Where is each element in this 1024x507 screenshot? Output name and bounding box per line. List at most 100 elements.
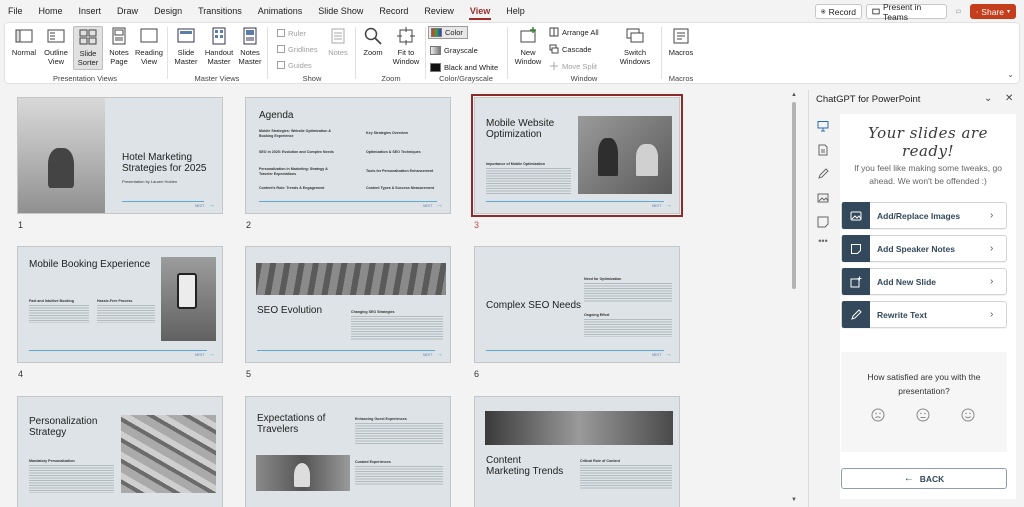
share-button[interactable]: Share ▾ (970, 4, 1016, 19)
color-button[interactable]: Color (428, 26, 468, 39)
chevron-down-icon[interactable]: ⌄ (984, 93, 992, 104)
zoom-button[interactable]: Zoom (359, 26, 387, 57)
sad-face-icon[interactable] (871, 408, 885, 422)
tab-draw[interactable]: Draw (109, 0, 146, 22)
action-label: Add New Slide (877, 276, 937, 287)
add-new-slide-button[interactable]: Add New Slide › (841, 268, 1007, 295)
slide-heading: Changing SEO Strategies (351, 310, 395, 314)
next-label: NEXT (195, 353, 205, 357)
slide-thumbnail-4[interactable]: Mobile Booking Experience Fast and Intui… (17, 246, 223, 363)
agenda-item: Personalization in Marketing: Strategy &… (259, 167, 328, 176)
tab-slide-show[interactable]: Slide Show (310, 0, 371, 22)
record-icon (821, 9, 826, 14)
arrow-right-icon: → (208, 202, 215, 209)
slide-heading: Mandatory Personalization (29, 459, 75, 463)
switch-windows-label: Switch Windows (619, 48, 651, 66)
grayscale-button[interactable]: Grayscale (430, 44, 478, 56)
black-and-white-button[interactable]: Black and White (430, 61, 498, 73)
ribbon-collapse-chevron-icon[interactable]: ⌄ (1007, 70, 1014, 79)
switch-windows-button[interactable]: Switch Windows (615, 26, 655, 66)
slide-master-label: Slide Master (174, 48, 198, 66)
normal-view-button[interactable]: Normal (10, 26, 38, 57)
magnifier-icon (364, 27, 382, 45)
chevron-right-icon: › (990, 309, 994, 320)
tab-view[interactable]: View (462, 0, 498, 22)
new-window-button[interactable]: New Window (512, 26, 544, 66)
more-options-icon[interactable]: ••• (817, 236, 829, 248)
tab-home[interactable]: Home (31, 0, 71, 22)
notes-icon (331, 28, 345, 44)
slide-thumbnail-2[interactable]: Agenda Mobile Strategies: Website Optimi… (245, 97, 451, 214)
macros-button[interactable]: Macros (665, 26, 697, 57)
scrollbar-thumb[interactable] (792, 102, 796, 289)
comments-button[interactable] (951, 4, 966, 19)
rewrite-text-button[interactable]: Rewrite Text › (841, 301, 1007, 328)
tab-record[interactable]: Record (371, 0, 416, 22)
notes-page-button[interactable]: Notes Page (105, 26, 133, 66)
add-speaker-notes-button[interactable]: Add Speaker Notes › (841, 235, 1007, 262)
close-icon[interactable]: ✕ (1005, 93, 1013, 104)
slide-thumbnail-6[interactable]: Complex SEO Needs Need for Optimization … (474, 246, 680, 363)
outline-view-icon (47, 29, 65, 43)
tab-file[interactable]: File (0, 0, 31, 22)
slide-thumbnail-5[interactable]: SEO Evolution Changing SEO Strategies NE… (245, 246, 451, 363)
gridlines-checkbox[interactable]: Gridlines (277, 43, 318, 55)
notes-master-button[interactable]: Notes Master (236, 26, 264, 66)
group-divider (267, 27, 268, 79)
slide-master-button[interactable]: Slide Master (171, 26, 201, 66)
ruler-checkbox[interactable]: Ruler (277, 27, 306, 39)
chevron-right-icon: › (990, 276, 994, 287)
action-label: Rewrite Text (877, 309, 927, 320)
tab-help[interactable]: Help (498, 0, 533, 22)
present-in-teams-button[interactable]: Present in Teams (866, 2, 947, 22)
slide-thumbnail-9[interactable]: Content Marketing Trends Critical Role o… (474, 396, 680, 507)
macros-icon (673, 28, 689, 44)
tab-transitions[interactable]: Transitions (190, 0, 250, 22)
arrange-all-icon (549, 27, 559, 37)
slide-accent-line (122, 201, 204, 202)
guides-checkbox[interactable]: Guides (277, 59, 312, 71)
fit-to-window-button[interactable]: Fit to Window (389, 26, 423, 66)
outline-view-button[interactable]: Outline View (41, 26, 71, 66)
slide-title: Hotel Marketing Strategies for 2025 (122, 152, 207, 174)
reading-view-button[interactable]: Reading View (134, 26, 164, 66)
group-label-presentation-views: Presentation Views (52, 74, 118, 83)
handout-master-button[interactable]: Handout Master (203, 26, 235, 66)
tab-review[interactable]: Review (416, 0, 462, 22)
notes-master-label: Notes Master (238, 48, 262, 66)
image-icon[interactable] (817, 192, 829, 204)
arrange-label: Arrange All (562, 27, 599, 37)
slide-sorter-scrollbar[interactable]: ▲ ▼ (790, 92, 798, 507)
checkbox-icon (277, 45, 285, 53)
happy-face-icon[interactable] (961, 408, 975, 422)
presentation-icon[interactable] (817, 120, 829, 132)
tab-insert[interactable]: Insert (71, 0, 110, 22)
cascade-button[interactable]: Cascade (549, 43, 592, 55)
add-replace-images-button[interactable]: Add/Replace Images › (841, 202, 1007, 229)
teams-icon (872, 8, 880, 15)
tab-design[interactable]: Design (146, 0, 190, 22)
neutral-face-icon[interactable] (916, 408, 930, 422)
notes-button[interactable]: Notes (325, 26, 351, 57)
tab-animations[interactable]: Animations (250, 0, 311, 22)
move-split-button[interactable]: Move Split (549, 60, 597, 72)
chatgpt-task-pane: ChatGPT for PowerPoint ⌄ ✕ ••• Your slid… (808, 90, 1024, 507)
slide-heading: Ongoing Effort (584, 313, 610, 317)
slide-thumbnail-1[interactable]: Hotel Marketing Strategies for 2025 Pres… (17, 97, 223, 214)
back-button[interactable]: ← BACK (841, 468, 1007, 489)
record-button[interactable]: Record (815, 4, 862, 19)
slide-body-text (97, 305, 155, 323)
slide-accent-line (257, 350, 435, 351)
sticky-note-icon[interactable] (817, 216, 829, 228)
slide-body-text (584, 283, 672, 303)
slide-accent-line (486, 350, 664, 351)
pencil-icon[interactable] (817, 168, 829, 180)
document-icon[interactable] (817, 144, 829, 156)
slide-sorter-button[interactable]: Slide Sorter (73, 26, 103, 70)
arrange-all-button[interactable]: Arrange All (549, 26, 599, 38)
slide-thumbnail-7[interactable]: Personalization Strategy Mandatory Perso… (17, 396, 223, 507)
scroll-up-icon[interactable]: ▲ (791, 92, 797, 98)
scroll-down-icon[interactable]: ▼ (791, 497, 797, 503)
slide-thumbnail-3[interactable]: Mobile Website Optimization Importance o… (471, 94, 683, 217)
slide-thumbnail-8[interactable]: Expectations of Travelers Enhancing Gues… (245, 396, 451, 507)
